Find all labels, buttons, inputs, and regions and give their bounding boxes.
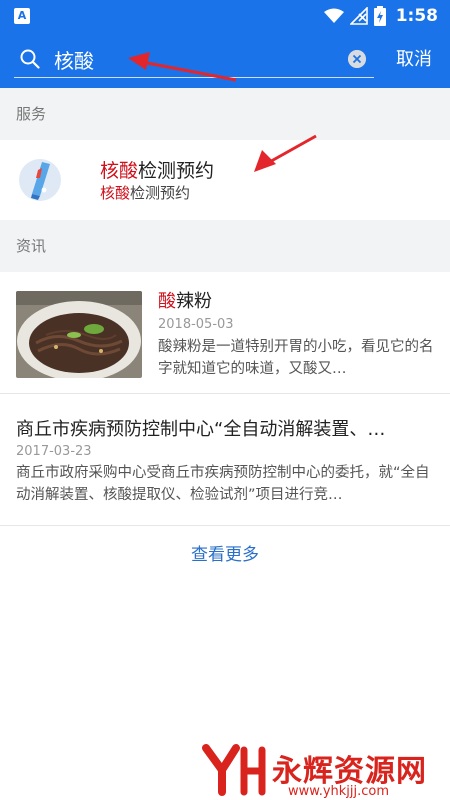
cancel-button[interactable]: 取消	[396, 45, 432, 71]
news-thumbnail-image	[16, 291, 142, 378]
news-title-rest: 辣粉	[176, 291, 212, 312]
service-title: 核酸检测预约	[100, 156, 214, 183]
service-title-highlight: 核酸	[100, 160, 139, 182]
battery-charging-icon	[373, 6, 386, 26]
news-item[interactable]: 酸辣粉 2018-05-03 酸辣粉是一道特别开胃的小吃，看见它的名字就知道它的…	[0, 272, 450, 394]
news-date: 2017-03-23	[16, 444, 92, 459]
search-icon	[20, 49, 40, 69]
service-item-nucleic-test[interactable]: 核酸检测预约 核酸检测预约	[0, 140, 450, 220]
news-item[interactable]: 商丘市疾病预防控制中心“全自动消解装置、… 2017-03-23 商丘市政府采购…	[0, 400, 450, 526]
section-header-news: 资讯	[0, 220, 450, 272]
service-subtitle: 核酸检测预约	[100, 182, 190, 203]
news-title: 商丘市疾病预防控制中心“全自动消解装置、…	[16, 419, 386, 440]
watermark-url: www.yhkjjj.com	[288, 784, 390, 799]
nucleic-test-logo-icon	[19, 159, 61, 201]
app-notification-icon: A	[14, 8, 30, 24]
service-subtitle-highlight: 核酸	[100, 184, 131, 202]
news-date: 2018-05-03	[158, 317, 234, 332]
news-title-highlight: 酸	[158, 291, 176, 312]
status-time: 1:58	[395, 6, 438, 26]
search-input[interactable]	[54, 44, 344, 74]
status-icons: 1:58	[323, 6, 438, 26]
search-header: 取消	[0, 32, 450, 88]
search-box[interactable]	[14, 40, 374, 78]
see-more-link[interactable]: 查看更多	[0, 540, 450, 565]
service-title-rest: 检测预约	[138, 160, 215, 182]
service-subtitle-rest: 检测预约	[130, 184, 191, 202]
wifi-icon	[323, 8, 344, 23]
watermark-logo: 永辉资源网 www.yhkjjj.com	[196, 740, 450, 800]
watermark-yh-icon	[202, 744, 266, 796]
section-header-services: 服务	[0, 88, 450, 140]
news-title: 酸辣粉	[158, 287, 212, 313]
no-signal-icon	[349, 7, 368, 25]
news-summary: 商丘市政府采购中心受商丘市疾病预防控制中心的委托，就“全自动消解装置、核酸提取仪…	[16, 465, 430, 503]
clear-icon[interactable]	[348, 50, 366, 68]
news-summary: 酸辣粉是一道特别开胃的小吃，看见它的名字就知道它的味道，又酸又…	[158, 339, 434, 377]
status-bar: A 1:58	[0, 0, 450, 32]
